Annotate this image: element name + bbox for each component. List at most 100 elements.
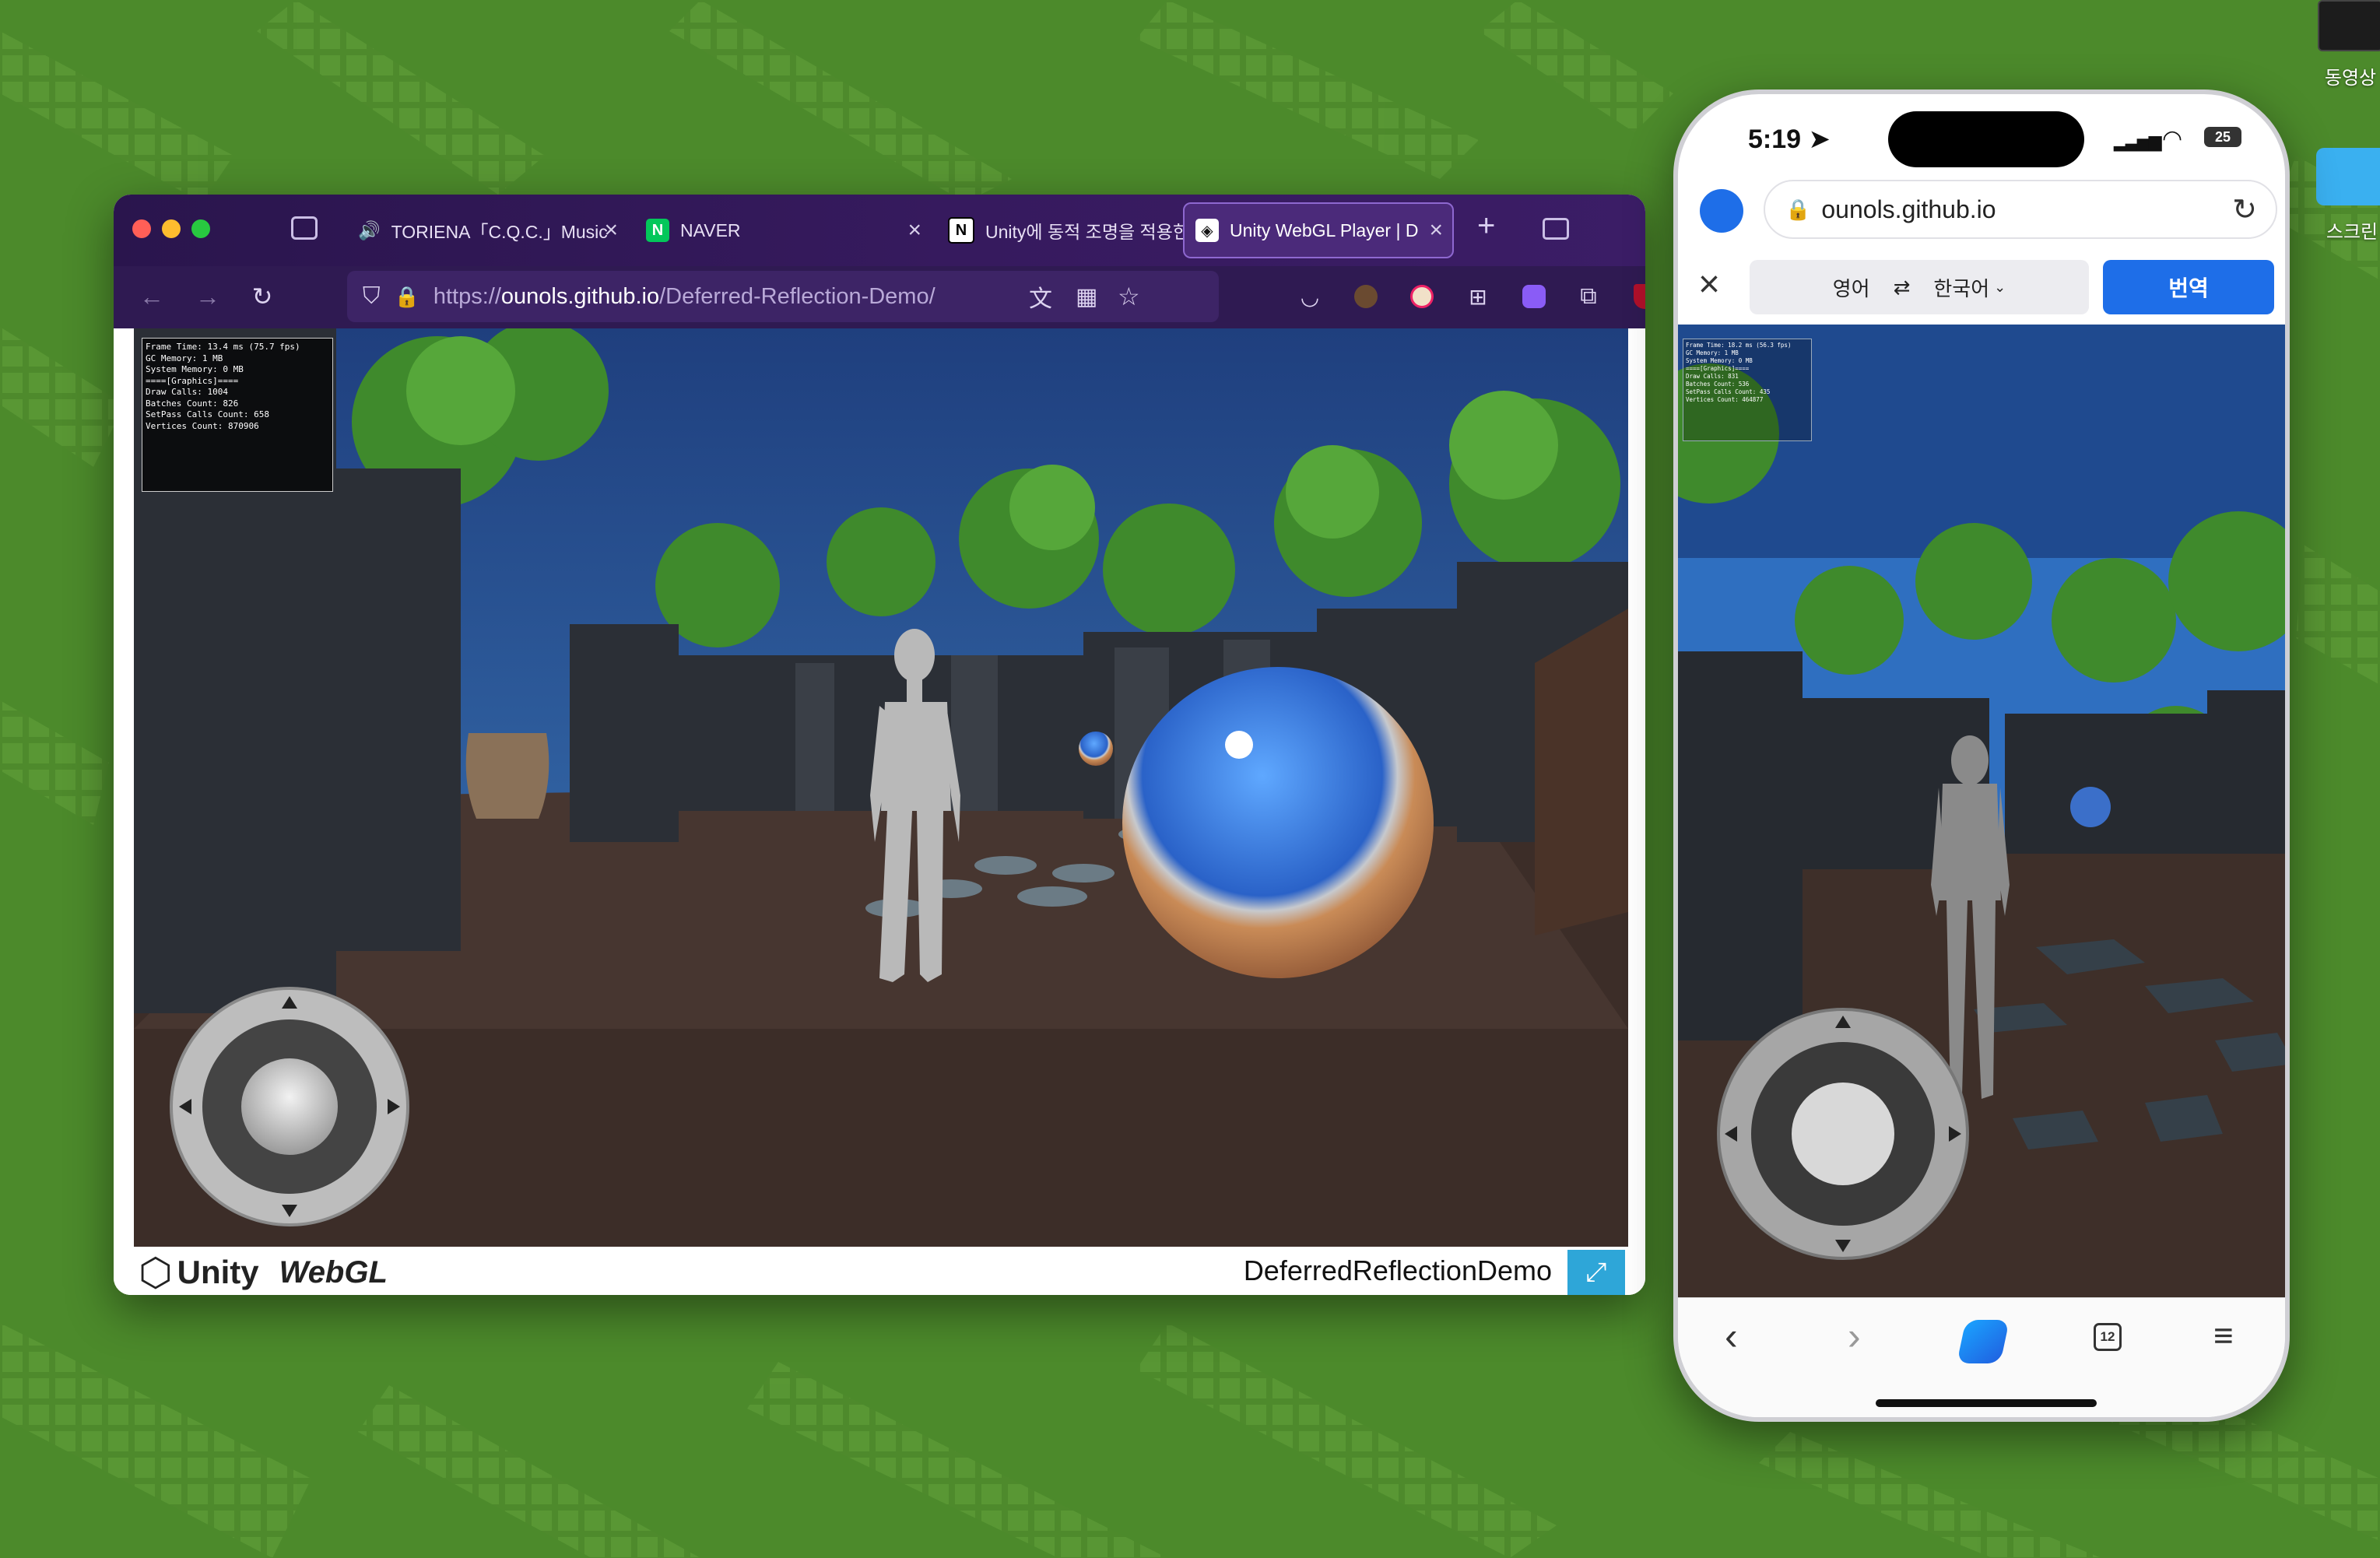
language-selector[interactable]: 영어 ⇄ 한국어 ⌄	[1750, 260, 2089, 314]
location-arrow-icon: ➤	[1808, 125, 1831, 154]
translate-button[interactable]: 번역	[2103, 260, 2274, 314]
close-tab-icon[interactable]: ×	[1426, 217, 1443, 244]
desktop-icon-label: 스크린	[2326, 221, 2378, 243]
close-window-button[interactable]	[132, 219, 151, 238]
minimize-window-button[interactable]	[162, 219, 181, 238]
naver-icon: N	[646, 219, 669, 242]
stats-line: Vertices Count: 870906	[146, 420, 259, 431]
new-tab-button[interactable]: +	[1477, 209, 1495, 244]
game-title: DeferredReflectionDemo	[1243, 1254, 1552, 1286]
tab-label: NAVER	[680, 219, 741, 240]
pocket-icon[interactable]: ◡	[1292, 279, 1328, 314]
tab-label: TORIENA「C.Q.C.」Music	[391, 222, 608, 242]
forward-icon[interactable]: ›	[1848, 1314, 1861, 1359]
tab-label: Unity WebGL Player | D	[1230, 219, 1419, 240]
stats-line: SetPass Calls Count: 658	[146, 409, 269, 419]
address-text[interactable]: ounols.github.io	[1821, 195, 1996, 224]
stats-line: Frame Time: 18.2 ms (56.3 fps)	[1686, 342, 1792, 349]
phone-performance-stats: Frame Time: 18.2 ms (56.3 fps) GC Memory…	[1683, 339, 1812, 441]
iphone-simulator: 5:19 ➤ ▂▃▅▆ ◠ 25 🔒 ounols.github.io ↻ × …	[1673, 89, 2290, 1422]
account-avatar-icon[interactable]	[1700, 189, 1743, 233]
swap-languages-icon[interactable]: ⇄	[1894, 275, 1911, 300]
extension-eyes-icon[interactable]	[1404, 279, 1440, 314]
lock-icon[interactable]: 🔒	[395, 285, 419, 309]
source-language[interactable]: 영어	[1833, 273, 1870, 302]
target-language[interactable]: 한국어	[1933, 273, 1989, 302]
menu-hamburger-icon[interactable]: ≡	[2213, 1317, 2234, 1356]
sidebar-toggle-icon[interactable]	[1543, 218, 1569, 240]
translate-icon[interactable]: 文	[1029, 279, 1052, 314]
tab-bar: 🔊 TORIENA「C.Q.C.」Music × N NAVER × N Uni…	[114, 195, 1645, 266]
phone-webgl-canvas[interactable]: Frame Time: 18.2 ms (56.3 fps) GC Memory…	[1678, 325, 2285, 1297]
speaker-icon[interactable]: 🔊	[358, 220, 381, 241]
tabs-button[interactable]: 12	[2094, 1323, 2122, 1351]
stats-line: GC Memory: 1 MB	[1686, 349, 1739, 356]
home-indicator	[1876, 1399, 2097, 1407]
phone-game-scene	[1678, 325, 2285, 1297]
translation-bar: × 영어 ⇄ 한국어 ⌄ 번역	[1678, 254, 2285, 324]
status-time: 5:19 ➤	[1748, 125, 1831, 154]
unity-cube-icon: ⬡	[139, 1251, 173, 1294]
tab-groups-icon[interactable]	[291, 216, 318, 240]
tab-notion-unity[interactable]: N Unity에 동적 조명을 적용한 ×	[937, 202, 1209, 258]
page-content: Frame Time: 13.4 ms (75.7 fps) GC Memory…	[114, 328, 1645, 1295]
wifi-icon: ◠	[2162, 126, 2183, 152]
extension-brain-icon[interactable]	[1516, 279, 1552, 314]
url-bar[interactable]: ⛉ 🔒 https://ounols.github.io/Deferred-Re…	[347, 271, 1219, 322]
notion-icon: N	[948, 217, 974, 244]
dynamic-island	[1888, 111, 2084, 167]
zoom-window-button[interactable]	[191, 219, 210, 238]
qr-code-icon[interactable]: ▦	[1076, 283, 1097, 311]
bookmark-star-icon[interactable]: ☆	[1118, 282, 1140, 311]
back-arrow-icon[interactable]: ←	[134, 279, 170, 314]
stats-line: SetPass Calls Count: 435	[1686, 388, 1771, 395]
extension-grid-icon[interactable]: ⊞	[1460, 279, 1496, 314]
reload-icon[interactable]: ↻	[244, 279, 280, 314]
ublock-shield-icon[interactable]	[1627, 279, 1645, 314]
fullscreen-button[interactable]: ⤢	[1567, 1250, 1625, 1295]
tab-toriena-music[interactable]: 🔊 TORIENA「C.Q.C.」Music ×	[347, 202, 627, 258]
stats-line: Draw Calls: 831	[1686, 373, 1739, 380]
video-thumbnail-icon	[2318, 0, 2380, 51]
fullscreen-icon: ⤢	[1585, 1257, 1607, 1287]
tab-naver[interactable]: N NAVER ×	[635, 202, 931, 258]
stats-line: Vertices Count: 464877	[1686, 396, 1764, 403]
navigation-toolbar: ← → ↻ ⛉ 🔒 https://ounols.github.io/Defer…	[114, 266, 1645, 328]
phone-bottom-toolbar: ‹ › 12 ≡	[1678, 1297, 2285, 1417]
signal-icon: ▂▃▅▆	[2114, 132, 2162, 151]
close-tab-icon[interactable]: ×	[604, 217, 618, 244]
desktop-video-folder[interactable]: 동영상	[2315, 0, 2380, 89]
tab-unity-webgl-player[interactable]: ◈ Unity WebGL Player | D ×	[1183, 202, 1454, 258]
address-bar[interactable]: 🔒 ounols.github.io ↻	[1764, 180, 2277, 239]
webgl-logo: WebGL	[279, 1254, 388, 1290]
close-translation-icon[interactable]: ×	[1698, 263, 1720, 306]
firefox-window: 🔊 TORIENA「C.Q.C.」Music × N NAVER × N Uni…	[114, 195, 1645, 1295]
battery-icon: 25	[2204, 127, 2241, 147]
stats-line: Batches Count: 826	[146, 398, 239, 409]
close-tab-icon[interactable]: ×	[907, 217, 921, 244]
extension-avatar-icon[interactable]	[1348, 279, 1384, 314]
performance-stats-panel: Frame Time: 13.4 ms (75.7 fps) GC Memory…	[142, 338, 333, 492]
tab-label: Unity에 동적 조명을 적용한	[985, 222, 1190, 242]
url-text[interactable]: https://ounols.github.io/Deferred-Reflec…	[434, 284, 936, 310]
stats-line: GC Memory: 1 MB	[146, 353, 223, 363]
copilot-icon[interactable]	[1957, 1320, 2010, 1363]
stats-line: ====[Graphics]====	[146, 375, 239, 386]
forward-arrow-icon[interactable]: →	[190, 279, 226, 314]
stats-line: ====[Graphics]====	[1686, 365, 1750, 372]
shield-icon[interactable]: ⛉	[363, 283, 381, 310]
back-icon[interactable]: ‹	[1725, 1314, 1738, 1359]
desktop-screenshot-folder[interactable]: 스크린	[2313, 148, 2380, 244]
lock-icon: 🔒	[1785, 197, 1811, 221]
unity-icon: ◈	[1195, 219, 1219, 242]
reload-icon[interactable]: ↻	[2232, 192, 2257, 227]
unity-webgl-canvas[interactable]: Frame Time: 13.4 ms (75.7 fps) GC Memory…	[134, 328, 1628, 1247]
folder-icon	[2316, 148, 2380, 205]
extensions-puzzle-icon[interactable]: ⧉	[1571, 279, 1606, 314]
desktop-icon-label: 동영상	[2324, 67, 2377, 89]
stats-line: Frame Time: 13.4 ms (75.7 fps)	[146, 342, 300, 352]
stats-line: System Memory: 0 MB	[146, 364, 244, 374]
unity-footer: ⬡ Unity WebGL DeferredReflectionDemo ⤢	[114, 1247, 1645, 1295]
stats-line: System Memory: 0 MB	[1686, 357, 1753, 364]
stats-line: Batches Count: 536	[1686, 381, 1750, 388]
